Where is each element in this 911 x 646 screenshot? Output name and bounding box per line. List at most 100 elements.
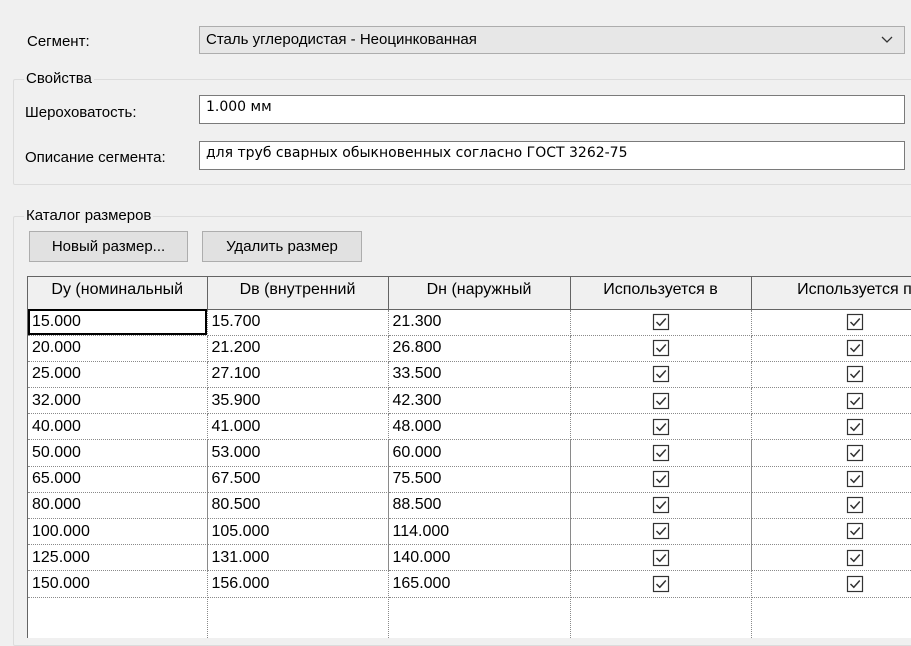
- table-cell[interactable]: 105.000: [207, 518, 389, 546]
- checkbox-checked-icon[interactable]: [846, 549, 864, 567]
- new-size-button[interactable]: Новый размер...: [29, 231, 188, 262]
- description-field[interactable]: для труб сварных обыкновенных согласно Г…: [199, 141, 905, 170]
- checkbox-checked-icon[interactable]: [652, 339, 670, 357]
- table-cell-checkbox[interactable]: [570, 413, 752, 441]
- table-cell[interactable]: 20.000: [28, 335, 208, 362]
- table-cell[interactable]: 156.000: [207, 570, 389, 598]
- checkbox-checked-icon[interactable]: [846, 339, 864, 357]
- table-cell-checkbox[interactable]: [751, 335, 911, 362]
- checkbox-checked-icon[interactable]: [846, 418, 864, 436]
- chevron-down-icon: [881, 36, 893, 43]
- table-cell-checkbox[interactable]: [751, 361, 911, 389]
- table-cell[interactable]: 50.000: [28, 439, 208, 467]
- table-cell-checkbox[interactable]: [751, 413, 911, 441]
- segment-dropdown[interactable]: Сталь углеродистая - Неоцинкованная: [199, 26, 905, 54]
- table-cell-checkbox[interactable]: [570, 387, 752, 415]
- column-header-nominal[interactable]: Dу (номинальный: [28, 277, 208, 310]
- table-row[interactable]: 125.000 131.000 140.000: [28, 544, 911, 572]
- checkbox-checked-icon[interactable]: [652, 418, 670, 436]
- table-cell-checkbox[interactable]: [570, 518, 752, 546]
- table-cell[interactable]: 42.300: [388, 387, 571, 415]
- table-cell[interactable]: 125.000: [28, 544, 208, 572]
- table-cell-checkbox[interactable]: [751, 544, 911, 572]
- checkbox-checked-icon[interactable]: [846, 444, 864, 462]
- checkbox-checked-icon[interactable]: [652, 549, 670, 567]
- table-cell[interactable]: 75.500: [388, 466, 571, 493]
- table-row[interactable]: 65.000 67.500 75.500: [28, 466, 911, 493]
- table-cell-checkbox[interactable]: [751, 570, 911, 598]
- table-cell-checkbox[interactable]: [570, 492, 752, 520]
- table-cell[interactable]: 21.300: [388, 309, 571, 336]
- table-cell-checkbox[interactable]: [751, 387, 911, 415]
- table-cell[interactable]: 15.000: [28, 309, 208, 336]
- table-cell[interactable]: 65.000: [28, 466, 208, 493]
- checkbox-checked-icon[interactable]: [846, 575, 864, 593]
- checkbox-checked-icon[interactable]: [652, 496, 670, 514]
- checkbox-checked-icon[interactable]: [846, 522, 864, 540]
- checkbox-checked-icon[interactable]: [652, 444, 670, 462]
- roughness-label: Шероховатость:: [25, 104, 137, 121]
- table-cell[interactable]: 140.000: [388, 544, 571, 572]
- table-cell[interactable]: 21.200: [207, 335, 389, 362]
- table-cell[interactable]: 26.800: [388, 335, 571, 362]
- checkbox-checked-icon[interactable]: [652, 470, 670, 488]
- table-cell[interactable]: 53.000: [207, 439, 389, 467]
- table-cell[interactable]: 131.000: [207, 544, 389, 572]
- delete-size-button[interactable]: Удалить размер: [202, 231, 362, 262]
- roughness-field[interactable]: 1.000 мм: [199, 95, 905, 124]
- checkbox-checked-icon[interactable]: [652, 575, 670, 593]
- table-row[interactable]: 50.000 53.000 60.000: [28, 439, 911, 467]
- table-row[interactable]: 40.000 41.000 48.000: [28, 413, 911, 441]
- column-header-used-in-1[interactable]: Используется в: [570, 277, 752, 310]
- table-row[interactable]: 15.000 15.700 21.300: [28, 309, 911, 336]
- table-cell[interactable]: 67.500: [207, 466, 389, 493]
- table-cell-checkbox[interactable]: [751, 439, 911, 467]
- table-cell[interactable]: 60.000: [388, 439, 571, 467]
- table-cell[interactable]: 40.000: [28, 413, 208, 441]
- table-row[interactable]: 25.000 27.100 33.500: [28, 361, 911, 389]
- table-cell-checkbox[interactable]: [570, 309, 752, 336]
- table-cell[interactable]: 48.000: [388, 413, 571, 441]
- table-cell[interactable]: 32.000: [28, 387, 208, 415]
- checkbox-checked-icon[interactable]: [846, 365, 864, 383]
- table-cell-checkbox[interactable]: [570, 466, 752, 493]
- table-cell-checkbox[interactable]: [570, 361, 752, 389]
- checkbox-checked-icon[interactable]: [846, 313, 864, 331]
- checkbox-checked-icon[interactable]: [652, 392, 670, 410]
- table-cell-checkbox[interactable]: [570, 544, 752, 572]
- table-row[interactable]: 150.000 156.000 165.000: [28, 570, 911, 598]
- table-cell[interactable]: 33.500: [388, 361, 571, 389]
- table-cell-checkbox[interactable]: [570, 439, 752, 467]
- table-cell[interactable]: 80.500: [207, 492, 389, 520]
- table-cell[interactable]: 150.000: [28, 570, 208, 598]
- table-cell-checkbox[interactable]: [570, 570, 752, 598]
- table-cell-checkbox[interactable]: [570, 335, 752, 362]
- table-cell[interactable]: 25.000: [28, 361, 208, 389]
- table-row[interactable]: 20.000 21.200 26.800: [28, 335, 911, 362]
- table-cell[interactable]: 165.000: [388, 570, 571, 598]
- column-header-used-in-2[interactable]: Используется п: [751, 277, 911, 310]
- table-cell[interactable]: 41.000: [207, 413, 389, 441]
- column-header-inner[interactable]: Dв (внутренний: [207, 277, 389, 310]
- table-cell-checkbox[interactable]: [751, 518, 911, 546]
- table-cell[interactable]: 27.100: [207, 361, 389, 389]
- checkbox-checked-icon[interactable]: [846, 392, 864, 410]
- checkbox-checked-icon[interactable]: [846, 470, 864, 488]
- table-row[interactable]: 100.000 105.000 114.000: [28, 518, 911, 546]
- column-header-outer[interactable]: Dн (наружный: [388, 277, 571, 310]
- table-cell[interactable]: 80.000: [28, 492, 208, 520]
- table-cell-checkbox[interactable]: [751, 309, 911, 336]
- table-cell[interactable]: 88.500: [388, 492, 571, 520]
- checkbox-checked-icon[interactable]: [652, 522, 670, 540]
- table-cell[interactable]: 35.900: [207, 387, 389, 415]
- checkbox-checked-icon[interactable]: [846, 496, 864, 514]
- table-cell-checkbox[interactable]: [751, 492, 911, 520]
- table-cell-checkbox[interactable]: [751, 466, 911, 493]
- table-cell[interactable]: 100.000: [28, 518, 208, 546]
- checkbox-checked-icon[interactable]: [652, 313, 670, 331]
- table-cell[interactable]: 15.700: [207, 309, 389, 336]
- table-cell[interactable]: 114.000: [388, 518, 571, 546]
- table-row[interactable]: 32.000 35.900 42.300: [28, 387, 911, 415]
- checkbox-checked-icon[interactable]: [652, 365, 670, 383]
- table-row[interactable]: 80.000 80.500 88.500: [28, 492, 911, 520]
